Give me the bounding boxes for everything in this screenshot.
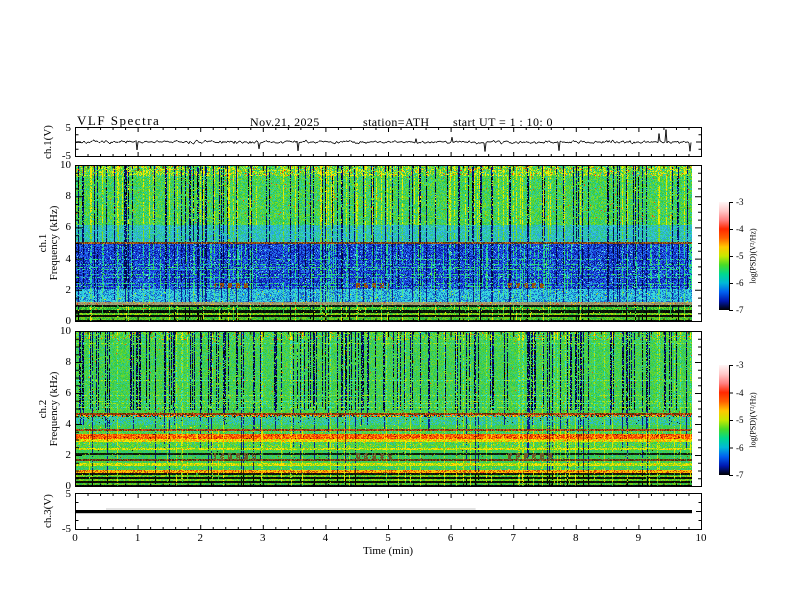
x-axis-title: Time (min) <box>362 545 413 557</box>
x-tick-label: 1 <box>134 532 141 544</box>
panel-ch1-voltage <box>75 127 702 157</box>
ch2_spec-y-tick-label: 8 <box>65 356 72 368</box>
ch1-frequency-axis-label-line2: Frequency (kHz) <box>48 205 60 281</box>
panel-ch2-spectrogram <box>75 331 702 487</box>
ch2-spectrogram-canvas <box>76 332 701 486</box>
ch2-frequency-axis-label: ch.2 Frequency (kHz) <box>37 371 60 447</box>
x-tick-label: 10 <box>695 532 707 544</box>
ch1-waveform-canvas <box>76 128 701 156</box>
ch1_spec-y-tick-label: 4 <box>65 252 72 265</box>
ch1_wave-y-tick-label: -5 <box>61 150 71 162</box>
ch2_spec-y-tick-label: 6 <box>65 387 72 399</box>
colorbar-tick-label: -4 <box>736 387 744 398</box>
colorbar-tick-label: -6 <box>736 278 744 288</box>
ch3_wave-y-tick-label: -5 <box>61 523 71 535</box>
colorbar-ch1 <box>719 202 729 310</box>
colorbar-ch2 <box>719 365 729 475</box>
colorbar-tick-label: -7 <box>736 305 744 315</box>
ch1_spec-y-tick-label: 8 <box>65 190 72 203</box>
ch1-spectrogram-canvas <box>76 166 701 321</box>
ch1-frequency-axis-label: ch.1 Frequency (kHz) <box>37 205 60 281</box>
ch2_spec-y-tick-label: 4 <box>65 418 72 430</box>
colorbar-tick-label: -6 <box>736 442 744 453</box>
ch2_spec-y-tick-label: 10 <box>60 325 71 337</box>
ch2_spec-y-tick-label: 2 <box>65 449 72 461</box>
ch1_wave-y-tick-label: 5 <box>65 122 72 134</box>
ch1_spec-y-tick-label: 6 <box>65 221 72 234</box>
x-tick-label: 9 <box>635 532 642 544</box>
ch2-frequency-axis-label-line2: Frequency (kHz) <box>48 371 60 447</box>
colorbar-tick-label: -4 <box>736 224 744 234</box>
x-tick-label: 7 <box>510 532 516 544</box>
x-tick-label: 4 <box>322 532 329 544</box>
colorbar-tick-label: -3 <box>736 360 744 370</box>
x-tick-label: 3 <box>260 532 266 544</box>
ch1_spec-y-tick-label: 2 <box>65 283 72 296</box>
ch3-waveform-canvas <box>76 494 701 529</box>
ch3_wave-y-tick-label: 5 <box>65 488 72 500</box>
x-tick-label: 2 <box>197 532 203 544</box>
x-tick-label: 8 <box>573 532 579 544</box>
panel-ch3-voltage <box>75 493 702 530</box>
x-tick-label: 6 <box>447 532 454 544</box>
colorbar-tick-label: -5 <box>736 251 744 261</box>
colorbar-tick-label: -7 <box>736 470 744 480</box>
panel-ch1-spectrogram <box>75 165 702 322</box>
x-tick-label: 5 <box>385 532 391 544</box>
vlf-spectra-figure: VLF Spectra Nov.21, 2025 station=ATH sta… <box>0 0 792 612</box>
colorbar-tick-label: -3 <box>736 197 744 207</box>
colorbar-tick-label: -5 <box>736 415 744 425</box>
